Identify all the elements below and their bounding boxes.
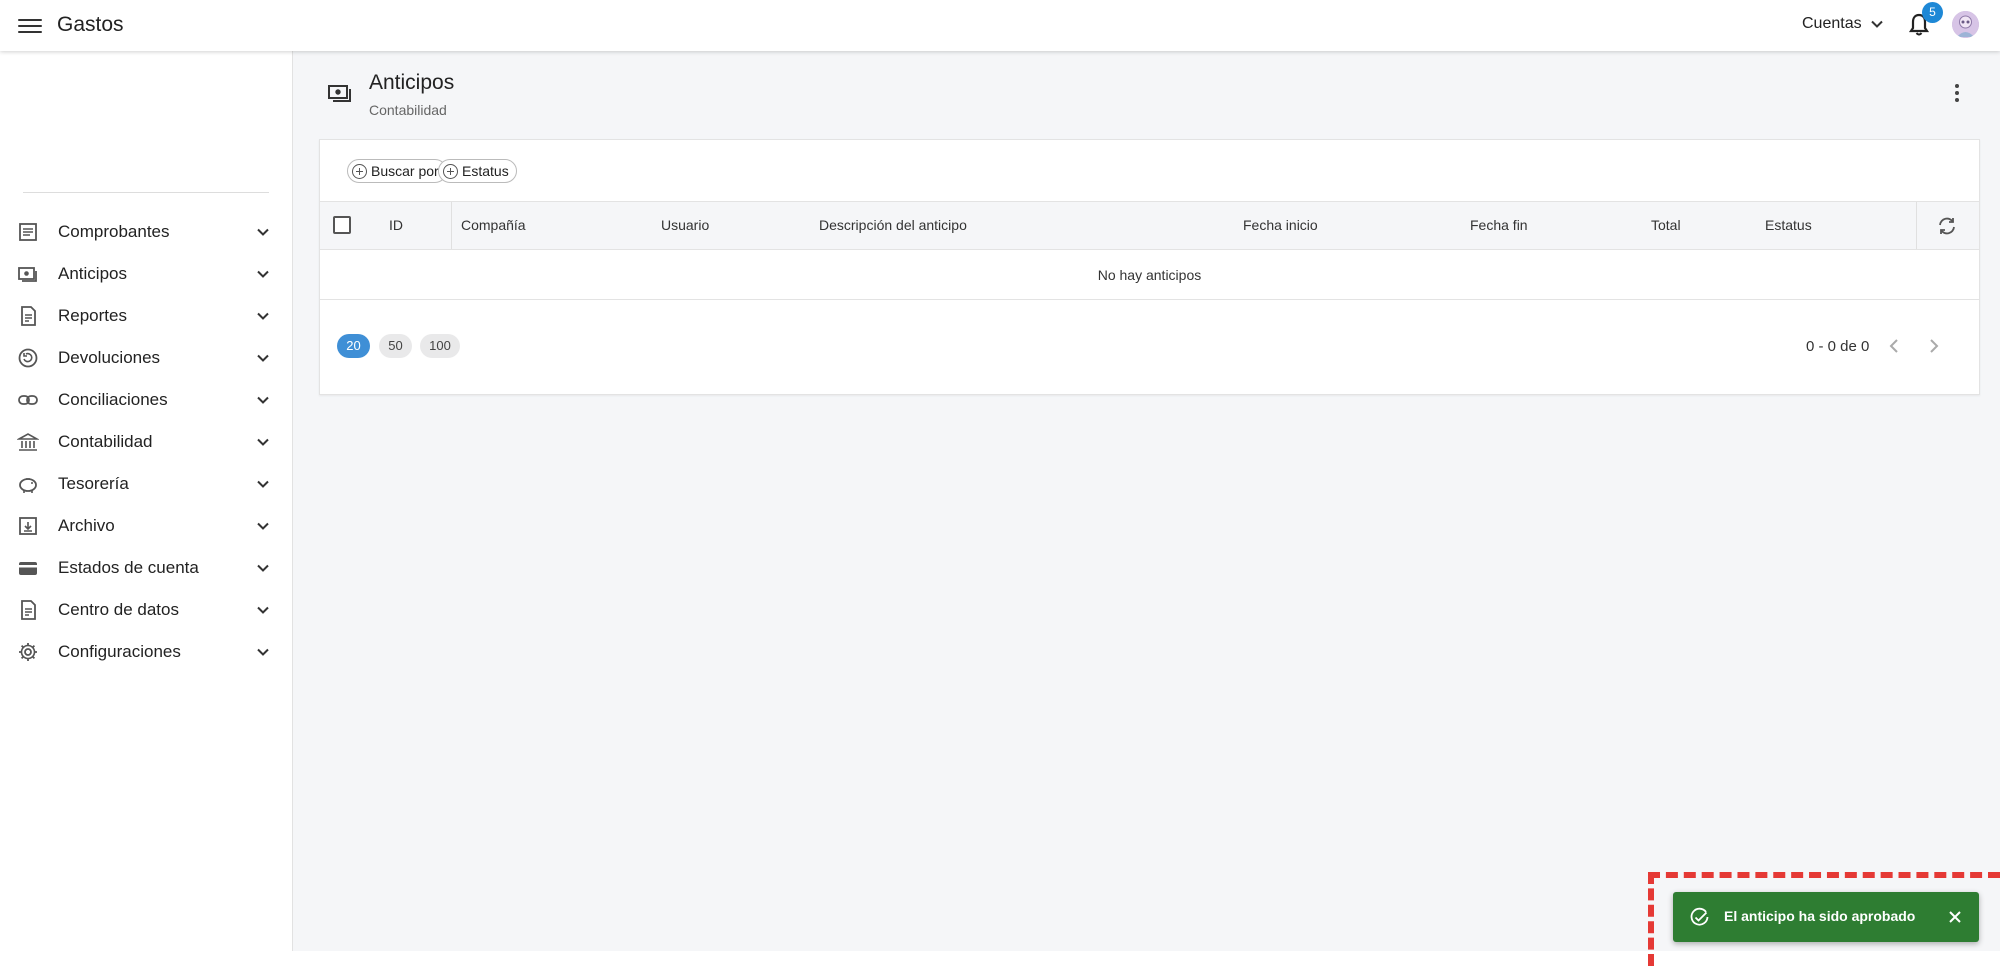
column-header-user[interactable]: Usuario: [661, 217, 709, 233]
sidebar-item-label: Archivo: [58, 516, 115, 535]
sidebar-item-label: Reportes: [58, 306, 127, 325]
page-size-20-button[interactable]: 20: [337, 334, 370, 358]
chevron-down-icon: [257, 228, 269, 236]
check-circle-icon: [1690, 907, 1709, 926]
chevron-down-icon: [257, 270, 269, 278]
page-size-50-button[interactable]: 50: [379, 334, 412, 358]
column-divider: [1916, 202, 1917, 249]
add-circle-icon: [443, 163, 458, 179]
chevron-down-icon: [257, 648, 269, 656]
column-header-company[interactable]: Compañía: [461, 217, 526, 233]
chevron-left-icon[interactable]: [1886, 337, 1902, 355]
column-header-description[interactable]: Descripción del anticipo: [819, 217, 967, 233]
sidebar-item-comprobantes[interactable]: Comprobantes: [0, 211, 292, 253]
bank-icon: [17, 433, 39, 451]
sidebar-item-anticipos[interactable]: Anticipos: [0, 253, 292, 295]
table-header: ID Compañía Usuario Descripción del anti…: [320, 201, 1979, 250]
advances-table-card: Buscar por Estatus ID Compañía Usuario D…: [319, 139, 1980, 395]
success-snackbar: El anticipo ha sido aprobado: [1673, 892, 1979, 942]
gear-icon: [19, 643, 37, 661]
chevron-down-icon: [257, 522, 269, 530]
main-content: Anticipos Contabilidad Buscar por Estatu…: [293, 51, 2000, 951]
filter-status-button[interactable]: Estatus: [438, 159, 517, 183]
chevron-down-icon: [257, 396, 269, 404]
sidebar-item-archivo[interactable]: Archivo: [0, 505, 292, 547]
card-icon: [19, 562, 37, 575]
sidebar-item-label: Contabilidad: [58, 432, 153, 451]
sidebar-item-label: Anticipos: [58, 264, 127, 283]
money-icon: [18, 267, 37, 282]
avatar[interactable]: [1952, 11, 1979, 38]
snackbar-message: El anticipo ha sido aprobado: [1724, 908, 1916, 924]
money-icon: [328, 85, 351, 102]
sidebar-item-label: Centro de datos: [58, 600, 179, 619]
accounts-label: Cuentas: [1802, 15, 1862, 32]
sidebar-item-tesoreria[interactable]: Tesorería: [0, 463, 292, 505]
sidebar-item-label: Comprobantes: [58, 222, 170, 241]
chevron-right-icon[interactable]: [1926, 337, 1942, 355]
filter-search-by-button[interactable]: Buscar por: [347, 159, 447, 183]
column-divider: [451, 202, 452, 249]
link-icon: [18, 395, 38, 405]
sidebar-item-label: Devoluciones: [58, 348, 161, 367]
chevron-down-icon: [257, 354, 269, 362]
app-title: Gastos: [57, 13, 124, 36]
sidebar-item-label: Configuraciones: [58, 642, 181, 661]
select-all-checkbox[interactable]: [333, 216, 351, 234]
receipt-icon: [19, 223, 37, 241]
page-title: Anticipos: [369, 71, 455, 94]
more-options-icon[interactable]: [1954, 84, 1960, 104]
close-icon[interactable]: [1947, 909, 1963, 925]
user-avatar-icon: [1952, 11, 1979, 38]
page-subtitle: Contabilidad: [369, 102, 447, 118]
sidebar-divider: [23, 192, 269, 193]
sidebar: Comprobantes Anticipos Reportes Devoluci…: [0, 51, 293, 951]
sidebar-item-label: Estados de cuenta: [58, 558, 199, 577]
chevron-down-icon: [257, 564, 269, 572]
refund-icon: [18, 348, 38, 368]
filter-search-by-label: Buscar por: [371, 163, 439, 179]
sidebar-item-conciliaciones[interactable]: Conciliaciones: [0, 379, 292, 421]
sidebar-item-estados-de-cuenta[interactable]: Estados de cuenta: [0, 547, 292, 589]
empty-table-message: No hay anticipos: [320, 250, 1979, 300]
top-app-bar: Gastos Cuentas 5: [0, 0, 2000, 51]
filter-status-label: Estatus: [462, 163, 509, 179]
sidebar-item-centro-de-datos[interactable]: Centro de datos: [0, 589, 292, 631]
chevron-down-icon: [257, 606, 269, 614]
sidebar-item-devoluciones[interactable]: Devoluciones: [0, 337, 292, 379]
column-header-start-date[interactable]: Fecha inicio: [1243, 217, 1318, 233]
chevron-down-icon: [257, 312, 269, 320]
chevron-down-icon: [1870, 20, 1883, 28]
column-header-status[interactable]: Estatus: [1765, 217, 1812, 233]
column-header-id[interactable]: ID: [389, 217, 403, 233]
page-size-100-button[interactable]: 100: [420, 334, 460, 358]
archive-icon: [19, 517, 37, 535]
footer-strip: [0, 951, 1648, 966]
data-icon: [21, 600, 36, 620]
sidebar-item-reportes[interactable]: Reportes: [0, 295, 292, 337]
accounts-dropdown[interactable]: Cuentas: [1802, 15, 1884, 33]
chevron-down-icon: [257, 480, 269, 488]
notification-badge: 5: [1922, 2, 1943, 23]
add-circle-icon: [352, 163, 367, 179]
report-icon: [21, 306, 36, 326]
pagination-range: 0 - 0 de 0: [1806, 338, 1870, 355]
sidebar-item-label: Tesorería: [58, 474, 129, 493]
sidebar-item-configuraciones[interactable]: Configuraciones: [0, 631, 292, 673]
refresh-icon[interactable]: [1936, 216, 1958, 236]
sidebar-item-contabilidad[interactable]: Contabilidad: [0, 421, 292, 463]
column-header-total[interactable]: Total: [1651, 217, 1681, 233]
column-header-end-date[interactable]: Fecha fin: [1470, 217, 1528, 233]
piggy-bank-icon: [19, 478, 37, 493]
sidebar-item-label: Conciliaciones: [58, 390, 168, 409]
hamburger-menu-icon[interactable]: [18, 15, 42, 35]
chevron-down-icon: [257, 438, 269, 446]
